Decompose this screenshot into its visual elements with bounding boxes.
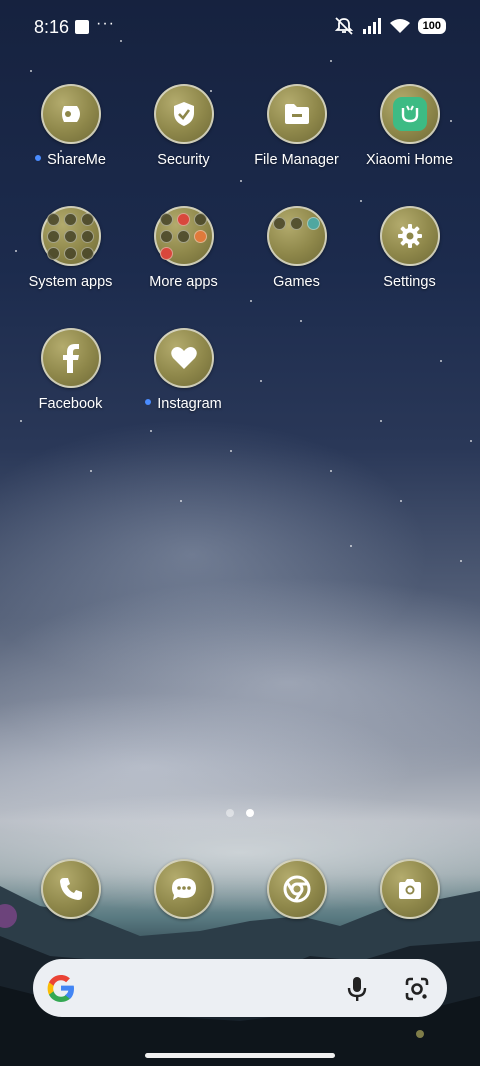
google-g-icon xyxy=(47,975,74,1002)
folder-games-icon xyxy=(266,206,327,266)
app-label: File Manager xyxy=(254,152,339,168)
microphone-icon[interactable] xyxy=(345,975,369,1003)
app-label: ShareMe xyxy=(47,152,106,168)
folder-games[interactable]: Games xyxy=(240,206,353,290)
app-label: Facebook xyxy=(38,396,103,412)
folder-system-apps-icon xyxy=(40,206,101,266)
folder-more-apps[interactable]: More apps xyxy=(127,206,240,290)
clock: 8:16 xyxy=(34,17,70,37)
google-search-bar[interactable] xyxy=(33,959,447,1017)
page-dot-2[interactable] xyxy=(246,809,254,817)
page-dot-1[interactable] xyxy=(226,809,234,817)
app-label: Settings xyxy=(383,274,436,290)
camera-icon xyxy=(379,859,440,919)
new-app-dot xyxy=(35,155,42,162)
app-label: Xiaomi Home xyxy=(365,152,454,168)
app-label: Games xyxy=(273,274,320,290)
app-facebook[interactable]: Facebook xyxy=(14,328,127,412)
app-file-manager[interactable]: File Manager xyxy=(240,84,353,168)
gesture-navigation-bar[interactable] xyxy=(145,1053,335,1058)
app-label: Instagram xyxy=(157,396,222,412)
dock-messages[interactable] xyxy=(127,859,240,919)
shield-check-icon xyxy=(153,84,214,144)
app-shareme[interactable]: ShareMe xyxy=(14,84,127,168)
app-label: System apps xyxy=(28,274,113,290)
new-app-dot xyxy=(145,399,152,406)
phone-icon xyxy=(40,859,101,919)
google-lens-icon[interactable] xyxy=(403,975,431,1003)
dock-phone[interactable] xyxy=(14,859,127,919)
folder-more-apps-icon xyxy=(153,206,214,266)
chrome-icon xyxy=(266,859,327,919)
shareme-icon xyxy=(40,84,101,144)
app-label: More apps xyxy=(149,274,218,290)
more-notifications-icon: ··· xyxy=(96,15,115,32)
status-bar: 8:16 ··· 100 xyxy=(0,0,480,56)
app-instagram[interactable]: Instagram xyxy=(127,328,240,412)
messages-icon xyxy=(153,859,214,919)
folder-system-apps[interactable]: System apps xyxy=(14,206,127,290)
app-xiaomi-home[interactable]: Xiaomi Home xyxy=(353,84,466,168)
mi-home-icon xyxy=(379,84,440,144)
battery-icon: 100 xyxy=(417,18,446,34)
facebook-icon xyxy=(40,328,101,388)
dock-chrome[interactable] xyxy=(240,859,353,919)
app-security[interactable]: Security xyxy=(127,84,240,168)
dock-camera[interactable] xyxy=(353,859,466,919)
page-indicator xyxy=(0,809,480,817)
wifi-icon xyxy=(389,19,410,33)
notification-square-icon xyxy=(75,20,89,34)
signal-icon xyxy=(362,18,381,34)
folder-icon xyxy=(266,84,327,144)
app-label: Security xyxy=(157,152,210,168)
app-settings[interactable]: Settings xyxy=(353,206,466,290)
mute-icon xyxy=(334,17,353,35)
heart-icon xyxy=(153,328,214,388)
gear-icon xyxy=(379,206,440,266)
